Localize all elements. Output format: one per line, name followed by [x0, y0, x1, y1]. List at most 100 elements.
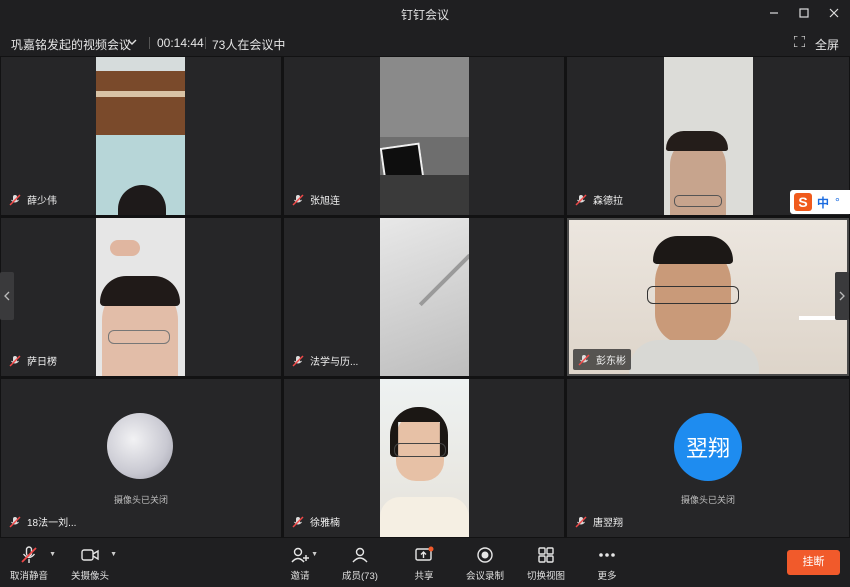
dropdown-caret-icon[interactable]: ▼: [110, 551, 117, 558]
chevron-right-icon: [839, 291, 845, 301]
more-dots-icon: [599, 553, 615, 557]
participant-tile[interactable]: 徐雅楠: [284, 379, 564, 537]
window-title: 钉钉会议: [400, 8, 449, 22]
fullscreen-icon[interactable]: [794, 36, 805, 47]
mic-off-icon: [9, 515, 21, 528]
ime-toolbar[interactable]: S 中 °: [790, 190, 850, 214]
participant-name-tag: 唐翌翔: [575, 514, 623, 529]
ime-mode[interactable]: 中: [817, 194, 829, 211]
participant-tile[interactable]: 摄像头已关闭 18法一刘...: [1, 379, 281, 537]
participant-name: 唐翌翔: [593, 518, 623, 529]
participant-name: 张旭连: [310, 196, 340, 207]
participant-count: 73人在会议中: [212, 38, 286, 52]
hangup-button[interactable]: 挂断: [787, 550, 840, 575]
video-grid: 薛少伟 张旭连 森德拉 萨日楞 法学与历... 彭东彬 摄像头已关闭 18法一刘…: [0, 56, 850, 538]
participant-video: [96, 57, 185, 215]
invite-button[interactable]: ▼ 邀请: [290, 546, 318, 582]
meeting-title[interactable]: 巩嘉铭发起的视频会议: [11, 36, 131, 53]
participant-name-tag: 张旭连: [292, 192, 340, 207]
toolbar-label: 切换视图: [527, 571, 566, 582]
toolbar-label: 更多: [597, 571, 617, 582]
unmute-button[interactable]: ▼ 取消静音: [10, 546, 56, 582]
camera-icon: [81, 549, 99, 561]
participant-tile[interactable]: 张旭连: [284, 57, 564, 215]
chevron-down-icon[interactable]: [125, 35, 139, 49]
dropdown-caret-icon[interactable]: ▼: [311, 551, 318, 558]
toolbar-label: 邀请: [290, 571, 310, 582]
close-button[interactable]: [824, 4, 844, 22]
mic-off-icon: [21, 546, 37, 563]
participant-tile[interactable]: 萨日楞: [1, 218, 281, 376]
camera-off-label: 摄像头已关闭: [113, 495, 168, 505]
participant-name: 彭东彬: [596, 356, 626, 367]
page-next-button[interactable]: [835, 272, 849, 320]
dropdown-caret-icon[interactable]: ▼: [49, 551, 56, 558]
mic-off-icon: [292, 193, 304, 206]
ime-punctuation[interactable]: °: [835, 195, 840, 209]
minimize-button[interactable]: [764, 4, 784, 22]
meeting-timer: 00:14:44: [157, 36, 204, 50]
participant-tile[interactable]: 法学与历...: [284, 218, 564, 376]
participant-tile[interactable]: 翌翔 摄像头已关闭 唐翌翔: [567, 379, 849, 537]
participant-name-tag: 徐雅楠: [292, 514, 340, 529]
maximize-icon: [799, 8, 809, 18]
divider: [149, 37, 150, 49]
participant-video: [96, 218, 185, 376]
participant-name-tag: 18法一刘...: [9, 514, 76, 529]
mic-off-icon: [575, 193, 587, 206]
mic-off-icon: [9, 193, 21, 206]
participant-name-tag: 萨日楞: [9, 353, 57, 368]
participant-video: [380, 57, 469, 215]
meeting-toolbar: ▼ 取消静音 ▼ 关摄像头 ▼ 邀请 成员(73) 共享 会议录制 切换视图 更…: [0, 538, 850, 587]
avatar: 翌翔: [674, 413, 742, 481]
participant-name: 薛少伟: [27, 196, 57, 207]
mic-off-icon: [578, 353, 590, 366]
divider: [205, 37, 206, 49]
title-bar: 钉钉会议: [0, 0, 850, 26]
more-button[interactable]: 更多: [597, 546, 617, 582]
avatar: [107, 413, 173, 479]
participant-name: 萨日楞: [27, 357, 57, 368]
grid-view-icon: [538, 547, 554, 563]
toolbar-label: 成员(73): [342, 571, 378, 582]
maximize-button[interactable]: [794, 4, 814, 22]
participant-name-tag: 彭东彬: [573, 349, 631, 370]
close-icon: [829, 8, 839, 18]
chevron-left-icon: [4, 291, 10, 301]
toolbar-label: 关摄像头: [71, 571, 110, 582]
participant-tile-active[interactable]: 彭东彬: [567, 218, 849, 376]
add-user-icon: [291, 547, 309, 563]
participant-video: [664, 57, 753, 215]
participant-name-tag: 森德拉: [575, 192, 623, 207]
camera-off-button[interactable]: ▼ 关摄像头: [71, 546, 117, 582]
fullscreen-button[interactable]: 全屏: [815, 36, 839, 53]
participant-video: [380, 218, 469, 376]
participant-video: [380, 379, 469, 537]
toolbar-label: 取消静音: [10, 571, 49, 582]
participant-name: 18法一刘...: [27, 518, 77, 529]
mic-off-icon: [9, 354, 21, 367]
participant-name-tag: 薛少伟: [9, 192, 57, 207]
toolbar-label: 共享: [414, 571, 434, 582]
share-button[interactable]: 共享: [414, 546, 434, 582]
mic-off-icon: [292, 515, 304, 528]
record-icon: [477, 547, 493, 563]
members-icon: [352, 547, 368, 563]
record-button[interactable]: 会议录制: [466, 546, 504, 582]
participant-name-tag: 法学与历...: [292, 353, 358, 368]
mic-off-icon: [575, 515, 587, 528]
meeting-info-bar: 巩嘉铭发起的视频会议 00:14:44 73人在会议中 全屏: [0, 26, 850, 56]
share-screen-icon: [415, 546, 434, 561]
minimize-icon: [770, 12, 778, 14]
participant-name: 徐雅楠: [310, 518, 340, 529]
meeting-window: 钉钉会议 巩嘉铭发起的视频会议 00:14:44 73人在会议中 全屏 薛少伟 …: [0, 0, 850, 587]
participant-name: 法学与历...: [310, 357, 359, 368]
sogou-logo-icon: S: [794, 193, 812, 211]
camera-off-label: 摄像头已关闭: [680, 495, 735, 505]
mic-off-icon: [292, 354, 304, 367]
members-button[interactable]: 成员(73): [342, 546, 378, 582]
switch-view-button[interactable]: 切换视图: [527, 546, 565, 582]
participant-tile[interactable]: 薛少伟: [1, 57, 281, 215]
page-prev-button[interactable]: [0, 272, 14, 320]
participant-name: 森德拉: [593, 196, 623, 207]
